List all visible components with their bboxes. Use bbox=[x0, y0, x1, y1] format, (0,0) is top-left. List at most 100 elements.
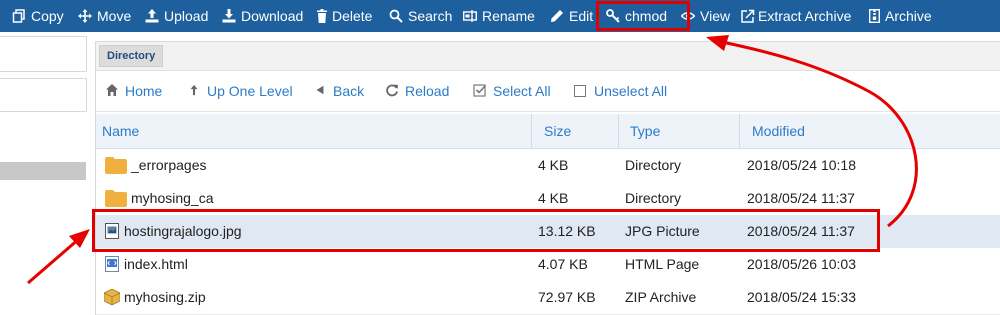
trash-icon bbox=[317, 9, 327, 23]
download-icon bbox=[222, 9, 236, 23]
copy-label: Copy bbox=[31, 8, 64, 24]
extract-archive-button[interactable]: Extract Archive bbox=[741, 0, 851, 32]
rename-icon bbox=[463, 9, 477, 23]
archive-label: Archive bbox=[885, 8, 932, 24]
edit-label: Edit bbox=[569, 8, 594, 24]
reload-link[interactable]: Reload bbox=[384, 71, 449, 111]
column-divider bbox=[618, 114, 619, 148]
file-size: 4 KB bbox=[538, 190, 569, 206]
table-row[interactable]: myhosing.zip 72.97 KB ZIP Archive 2018/0… bbox=[96, 281, 1000, 315]
archive-icon bbox=[869, 9, 880, 23]
file-type: HTML Page bbox=[625, 256, 700, 272]
name-column-header[interactable]: Name bbox=[102, 114, 139, 148]
home-icon bbox=[104, 83, 120, 100]
edit-button[interactable]: Edit bbox=[550, 0, 593, 32]
file-type: ZIP Archive bbox=[625, 289, 697, 305]
eye-icon bbox=[681, 9, 695, 23]
rename-label: Rename bbox=[482, 8, 535, 24]
reload-icon bbox=[384, 83, 400, 100]
file-type: Directory bbox=[625, 190, 682, 206]
empty-checkbox-icon bbox=[574, 85, 586, 97]
file-manager-toolbar: Copy Move Upload Download Delete Search … bbox=[0, 0, 1000, 32]
directory-tab-bar: Directory bbox=[96, 42, 1000, 71]
size-column-header[interactable]: Size bbox=[544, 114, 571, 148]
arrow-up-icon bbox=[186, 83, 202, 100]
file-modified: 2018/05/24 10:18 bbox=[747, 157, 856, 173]
up-one-level-link[interactable]: Up One Level bbox=[186, 71, 293, 111]
unselect-all-label: Unselect All bbox=[594, 83, 668, 99]
file-name: myhosing_ca bbox=[131, 190, 214, 206]
delete-label: Delete bbox=[332, 8, 373, 24]
download-label: Download bbox=[241, 8, 304, 24]
upload-icon bbox=[145, 9, 159, 23]
upload-label: Upload bbox=[164, 8, 209, 24]
table-row[interactable]: _errorpages 4 KB Directory 2018/05/24 10… bbox=[96, 149, 1000, 183]
file-name: hostingrajalogo.jpg bbox=[124, 223, 242, 239]
select-all-link[interactable]: Select All bbox=[472, 71, 551, 111]
image-file-icon bbox=[105, 223, 119, 244]
view-button[interactable]: View bbox=[681, 0, 730, 32]
home-link[interactable]: Home bbox=[104, 71, 162, 111]
chmod-button[interactable]: chmod bbox=[606, 0, 667, 32]
view-label: View bbox=[700, 8, 731, 24]
reload-label: Reload bbox=[405, 83, 450, 99]
file-modified: 2018/05/24 11:37 bbox=[747, 223, 855, 239]
sidebar bbox=[0, 32, 88, 313]
file-size: 72.97 KB bbox=[538, 289, 596, 305]
move-icon bbox=[78, 9, 92, 23]
search-label: Search bbox=[408, 8, 453, 24]
back-label: Back bbox=[333, 83, 365, 99]
file-size: 4.07 KB bbox=[538, 256, 588, 272]
file-type: Directory bbox=[625, 157, 682, 173]
rename-button[interactable]: Rename bbox=[463, 0, 535, 32]
navigation-bar: Home Up One Level Back Reload Select All… bbox=[96, 71, 1000, 112]
extract-archive-label: Extract Archive bbox=[758, 8, 852, 24]
zip-file-icon bbox=[103, 288, 121, 310]
move-button[interactable]: Move bbox=[78, 0, 131, 32]
file-type: JPG Picture bbox=[625, 223, 700, 239]
copy-icon bbox=[12, 9, 26, 23]
delete-button[interactable]: Delete bbox=[317, 0, 372, 32]
table-row[interactable]: myhosing_ca 4 KB Directory 2018/05/24 11… bbox=[96, 182, 1000, 216]
select-all-label: Select All bbox=[493, 83, 551, 99]
extract-icon bbox=[741, 9, 755, 23]
file-modified: 2018/05/26 10:03 bbox=[747, 256, 856, 272]
folder-icon bbox=[105, 190, 127, 212]
up-one-level-label: Up One Level bbox=[207, 83, 293, 99]
home-label: Home bbox=[125, 83, 163, 99]
archive-button[interactable]: Archive bbox=[869, 0, 932, 32]
modified-column-header[interactable]: Modified bbox=[752, 114, 805, 148]
file-size: 4 KB bbox=[538, 157, 569, 173]
type-column-header[interactable]: Type bbox=[630, 114, 660, 148]
checked-checkbox-icon bbox=[472, 83, 488, 100]
pencil-icon bbox=[550, 9, 564, 23]
unselect-all-link[interactable]: Unselect All bbox=[574, 71, 667, 111]
file-size: 13.12 KB bbox=[538, 223, 596, 239]
directory-tab[interactable]: Directory bbox=[99, 45, 164, 67]
table-row-selected[interactable]: hostingrajalogo.jpg 13.12 KB JPG Picture… bbox=[96, 215, 1000, 249]
folder-icon bbox=[105, 157, 127, 179]
chmod-label: chmod bbox=[625, 8, 668, 24]
table-row[interactable]: index.html 4.07 KB HTML Page 2018/05/26 … bbox=[96, 248, 1000, 282]
file-list-panel: Directory Home Up One Level Back Reload … bbox=[95, 41, 1000, 315]
sidebar-input-box[interactable] bbox=[0, 78, 87, 112]
html-file-icon bbox=[105, 256, 119, 277]
search-button[interactable]: Search bbox=[389, 0, 452, 32]
file-name: index.html bbox=[124, 256, 188, 272]
sidebar-selected-item[interactable] bbox=[0, 162, 86, 180]
file-modified: 2018/05/24 15:33 bbox=[747, 289, 856, 305]
move-label: Move bbox=[97, 8, 132, 24]
upload-button[interactable]: Upload bbox=[145, 0, 208, 32]
key-icon bbox=[606, 9, 620, 23]
column-divider bbox=[739, 114, 740, 148]
sidebar-input-box[interactable] bbox=[0, 36, 87, 72]
file-name: _errorpages bbox=[131, 157, 207, 173]
download-button[interactable]: Download bbox=[222, 0, 303, 32]
back-link[interactable]: Back bbox=[312, 71, 364, 111]
file-name: myhosing.zip bbox=[124, 289, 206, 305]
back-arrow-icon bbox=[312, 83, 328, 100]
file-table-header: Name Size Type Modified bbox=[96, 114, 1000, 149]
copy-button[interactable]: Copy bbox=[12, 0, 64, 32]
search-icon bbox=[389, 9, 403, 23]
column-divider bbox=[531, 114, 532, 148]
